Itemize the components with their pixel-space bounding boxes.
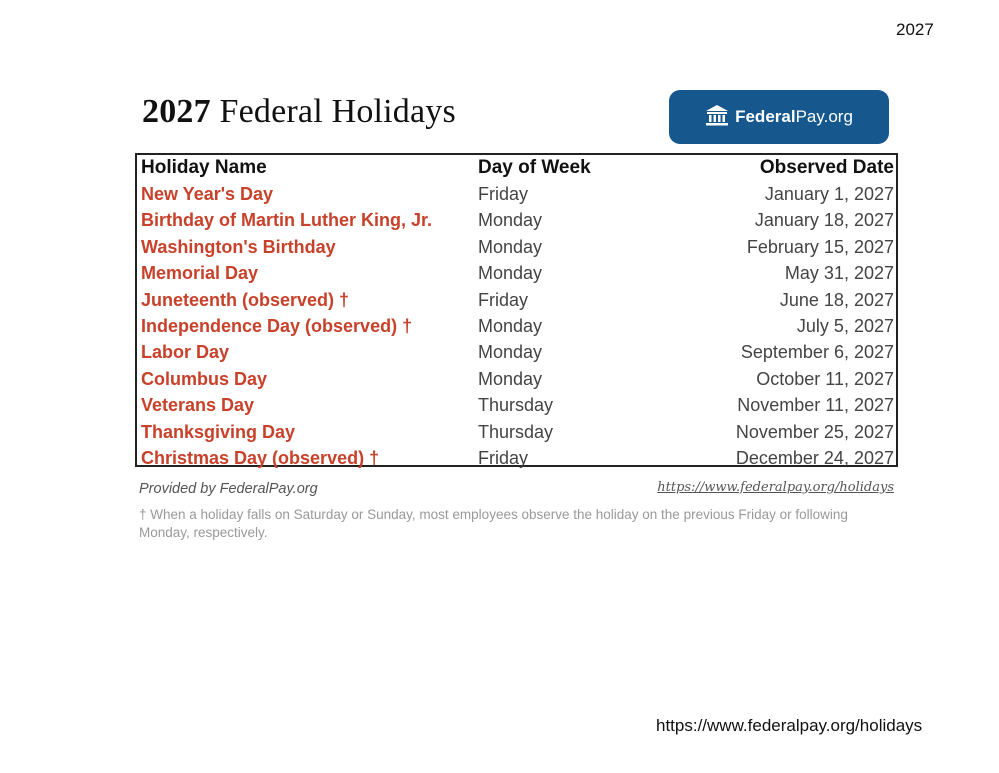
federalpay-logo[interactable]: FederalPay.org <box>669 90 889 144</box>
title-year: 2027 <box>142 93 211 130</box>
table-row: Juneteenth (observed) † Friday June 18, … <box>137 287 896 313</box>
holiday-name: Veterans Day <box>141 395 255 416</box>
day-of-week: Monday <box>478 368 543 389</box>
holiday-name: New Year's Day <box>141 184 274 205</box>
day-of-week: Friday <box>478 289 529 310</box>
holiday-name: Juneteenth (observed) † <box>141 289 350 310</box>
observed-date: November 25, 2027 <box>735 421 894 442</box>
observed-date: July 5, 2027 <box>796 316 894 337</box>
day-of-week: Monday <box>478 236 543 257</box>
bottom-url: https://www.federalpay.org/holidays <box>656 716 923 735</box>
observed-date: January 1, 2027 <box>764 184 894 205</box>
table-row: Washington's Birthday Monday February 15… <box>137 234 896 260</box>
table-row: Thanksgiving Day Thursday November 25, 2… <box>137 419 896 445</box>
day-of-week: Monday <box>478 342 543 363</box>
provided-by-text: Provided by FederalPay.org <box>139 481 318 497</box>
courthouse-icon <box>705 104 729 131</box>
corner-year: 2027 <box>896 20 934 39</box>
holiday-name: Christmas Day (observed) † <box>141 448 380 469</box>
table-row: Independence Day (observed) † Monday Jul… <box>137 313 896 339</box>
observed-date: February 15, 2027 <box>746 236 894 257</box>
holiday-name: Birthday of Martin Luther King, Jr. <box>141 210 433 231</box>
table-row: Veterans Day Thursday November 11, 2027 <box>137 393 896 419</box>
source-link[interactable]: https://www.federalpay.org/holidays <box>657 480 894 495</box>
column-header-observed-date: Observed Date <box>759 157 894 179</box>
holidays-table: Holiday Name Day of Week Observed Date N… <box>135 153 898 468</box>
title-text: Federal Holidays <box>219 93 456 130</box>
day-of-week: Monday <box>478 210 543 231</box>
column-header-holiday-name: Holiday Name <box>141 157 267 179</box>
observed-date: September 6, 2027 <box>740 342 894 363</box>
table-row: Labor Day Monday September 6, 2027 <box>137 340 896 366</box>
day-of-week: Monday <box>478 316 543 337</box>
observed-date: November 11, 2027 <box>737 395 894 416</box>
column-header-day-of-week: Day of Week <box>478 157 591 179</box>
day-of-week: Monday <box>478 263 543 284</box>
footnote: † When a holiday falls on Saturday or Su… <box>139 507 848 540</box>
table-row: Columbus Day Monday October 11, 2027 <box>137 366 896 392</box>
day-of-week: Friday <box>478 184 529 205</box>
holiday-name: Columbus Day <box>141 368 268 389</box>
observed-date: October 11, 2027 <box>756 368 894 389</box>
day-of-week: Thursday <box>478 395 554 416</box>
holiday-name: Independence Day (observed) † <box>141 316 413 337</box>
holiday-name: Memorial Day <box>141 263 259 284</box>
day-of-week: Thursday <box>478 421 554 442</box>
table-row: Memorial Day Monday May 31, 2027 <box>137 261 896 287</box>
holiday-name: Labor Day <box>141 342 230 363</box>
logo-text: FederalPay.org <box>735 107 853 126</box>
holiday-name: Thanksgiving Day <box>141 421 296 442</box>
observed-date: May 31, 2027 <box>784 263 894 284</box>
page-title: 2027 Federal Holidays <box>142 93 456 131</box>
table-row: New Year's Day Friday January 1, 2027 <box>137 181 896 207</box>
observed-date: December 24, 2027 <box>735 448 894 469</box>
table-row: Birthday of Martin Luther King, Jr. Mond… <box>137 208 896 234</box>
observed-date: June 18, 2027 <box>779 289 894 310</box>
observed-date: January 18, 2027 <box>754 210 894 231</box>
table-row: Christmas Day (observed) † Friday Decemb… <box>137 445 896 471</box>
holiday-name: Washington's Birthday <box>141 236 336 257</box>
day-of-week: Friday <box>478 448 529 469</box>
table-header-row: Holiday Name Day of Week Observed Date <box>137 155 896 181</box>
